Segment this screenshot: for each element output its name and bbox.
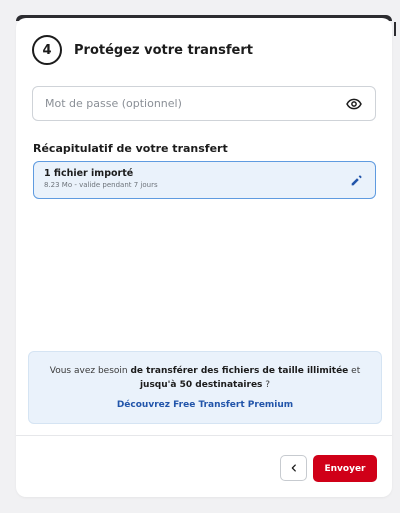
promo-text: Vous avez besoin de transférer des fichi… [29, 364, 381, 392]
eye-icon[interactable] [343, 93, 365, 115]
send-button[interactable]: Envoyer [313, 455, 377, 482]
pencil-icon[interactable] [349, 172, 365, 188]
premium-promo: Vous avez besoin de transférer des fichi… [28, 351, 382, 424]
footer-divider [16, 435, 392, 436]
step-number: 4 [42, 42, 52, 58]
file-count: 1 fichier importé [44, 168, 134, 179]
step-header: 4 Protégez votre transfert [32, 34, 253, 66]
file-details: 8.23 Mo - valide pendant 7 jours [44, 181, 158, 189]
transfer-card: 4 Protégez votre transfert Récapitulatif… [16, 18, 392, 497]
password-input[interactable] [45, 97, 343, 110]
promo-text-start: Vous avez besoin [49, 366, 131, 376]
chevron-left-icon [291, 464, 296, 472]
promo-text-bold-1: de transférer des fichiers de taille ill… [130, 366, 349, 376]
promo-text-middle: et [348, 366, 361, 376]
promo-text-bold-2: jusqu'à 50 destinataires [139, 380, 263, 390]
password-field [32, 86, 376, 121]
scrollbar-mark [394, 22, 396, 36]
file-summary-card: 1 fichier importé 8.23 Mo - valide penda… [33, 161, 376, 199]
premium-link[interactable]: Découvrez Free Transfert Premium [117, 400, 293, 410]
promo-text-end: ? [262, 380, 271, 390]
summary-label: Récapitulatif de votre transfert [33, 142, 228, 155]
step-title: Protégez votre transfert [74, 42, 253, 58]
step-number-badge: 4 [32, 35, 62, 65]
back-button[interactable] [280, 455, 307, 481]
